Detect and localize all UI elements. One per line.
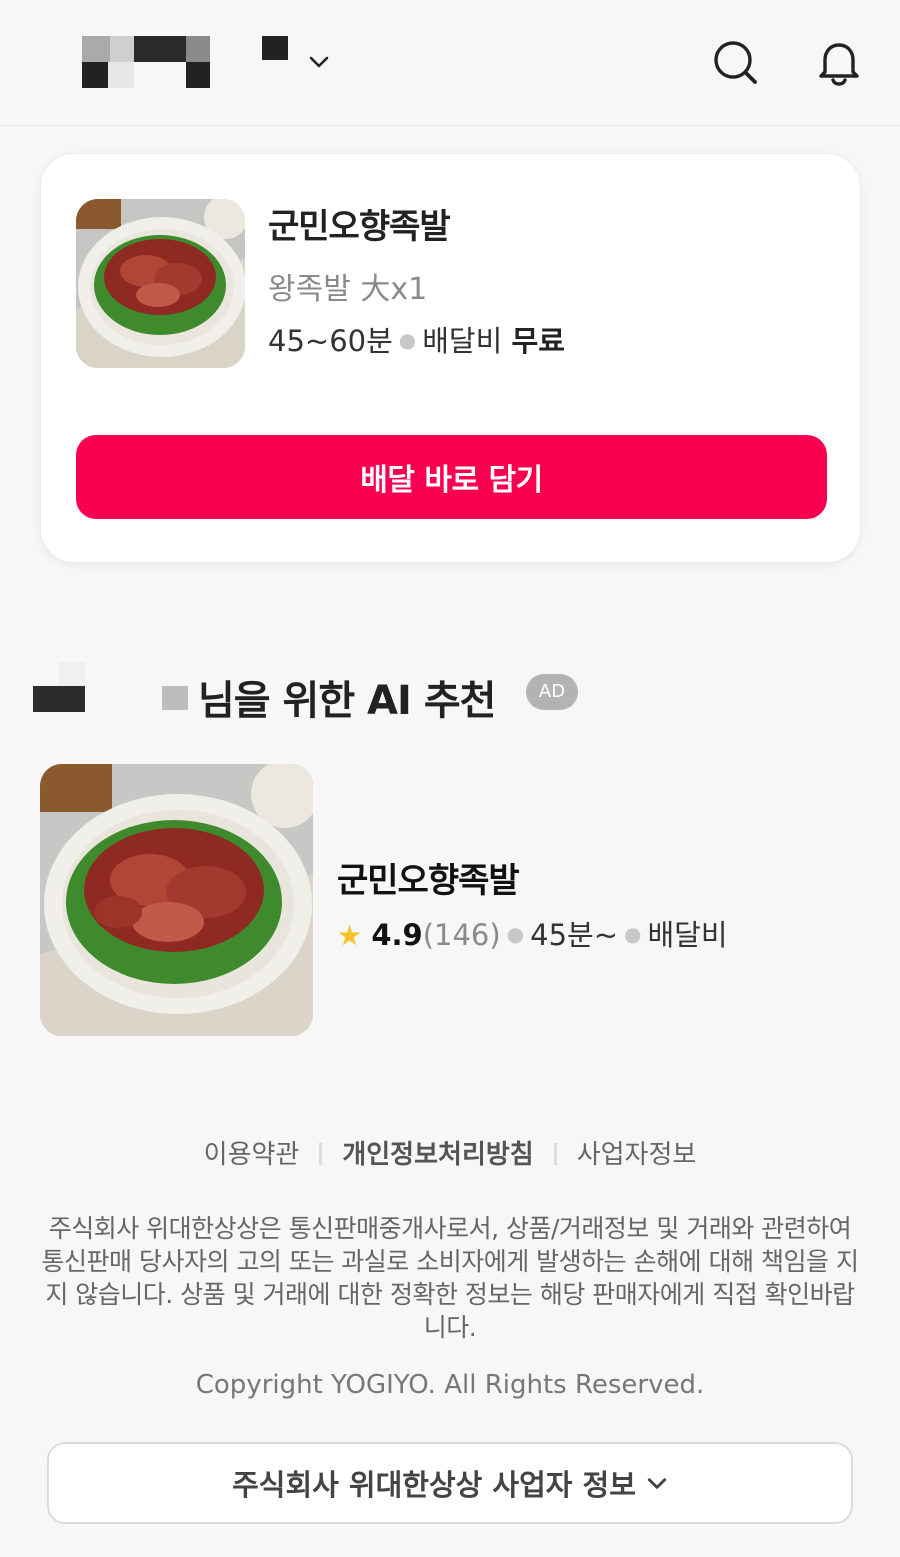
delivery-fee-label: 배달비 <box>647 918 728 952</box>
rating-value: 4.9 <box>371 918 423 952</box>
recommended-store-thumbnail[interactable] <box>40 764 313 1036</box>
chevron-down-icon[interactable] <box>309 52 329 72</box>
delivery-fee-value: 무료 <box>511 324 565 358</box>
ad-badge: AD <box>526 674 578 710</box>
store-name[interactable]: 군민오향족발 <box>268 199 451 248</box>
recommended-store-name[interactable]: 군민오향족발 <box>337 853 520 902</box>
delivery-time: 45~60분 <box>268 324 393 358</box>
redacted-address[interactable] <box>82 36 210 88</box>
separator-dot: ● <box>506 922 525 946</box>
divider <box>553 1143 557 1165</box>
review-count: (146) <box>422 918 501 952</box>
divider <box>319 1143 323 1165</box>
redacted-address-suffix[interactable] <box>262 36 288 62</box>
add-to-cart-button[interactable]: 배달 바로 담기 <box>76 435 827 519</box>
recommend-section-title: 님을 위한 AI 추천 <box>198 678 496 724</box>
top-app-bar <box>0 0 900 126</box>
food-image <box>76 199 245 368</box>
star-icon: ★ <box>337 919 363 952</box>
bell-icon[interactable] <box>813 36 865 88</box>
footer-links: 이용약관 개인정보처리방침 사업자정보 <box>0 1134 900 1171</box>
business-info-link[interactable]: 사업자정보 <box>577 1140 697 1170</box>
business-info-label: 주식회사 위대한상상 사업자 정보 <box>232 1468 636 1502</box>
store-thumbnail[interactable] <box>76 199 245 368</box>
legal-disclaimer: 주식회사 위대한상상은 통신판매중개사로서, 상품/거래정보 및 거래와 관련하… <box>41 1214 859 1342</box>
order-menu: 왕족발 大x1 <box>268 272 428 307</box>
terms-link[interactable]: 이용약관 <box>204 1140 300 1170</box>
search-icon[interactable] <box>709 36 761 88</box>
business-info-toggle-button[interactable]: 주식회사 위대한상상 사업자 정보 <box>47 1442 853 1524</box>
chevron-down-icon <box>647 1478 667 1489</box>
separator-dot: ● <box>398 328 417 352</box>
recommended-store-info: ★ 4.9(146) ● 45분~ ● 배달비 <box>337 912 728 954</box>
reorder-card: 군민오향족발 왕족발 大x1 45~60분 ● 배달비 무료 배달 바로 담기 <box>40 153 861 563</box>
copyright-text: Copyright YOGIYO. All Rights Reserved. <box>195 1370 705 1400</box>
separator-dot: ● <box>624 922 642 946</box>
delivery-info: 45~60분 ● 배달비 무료 <box>268 318 565 360</box>
delivery-time: 45분~ <box>530 918 619 952</box>
food-image <box>40 764 313 1036</box>
delivery-fee-label: 배달비 <box>422 324 503 358</box>
privacy-policy-link[interactable]: 개인정보처리방침 <box>342 1140 533 1170</box>
redacted-username <box>33 662 193 712</box>
